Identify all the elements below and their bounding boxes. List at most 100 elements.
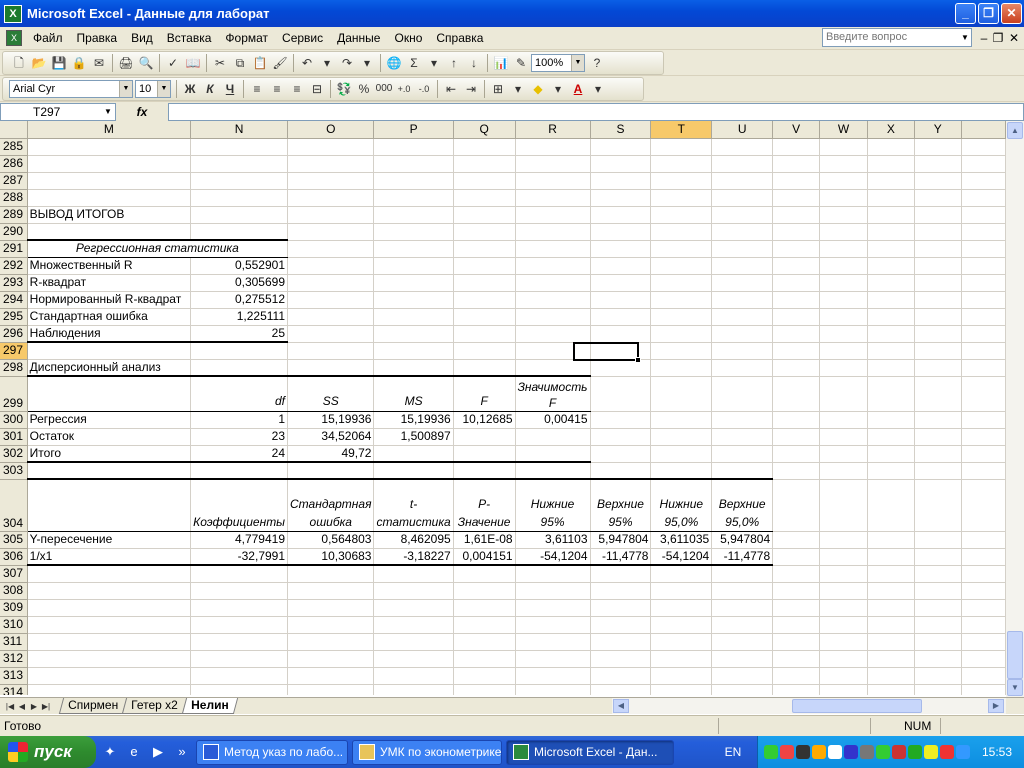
language-indicator[interactable]: EN [718,736,748,768]
doc-restore-icon[interactable]: ❐ [990,30,1006,46]
insert-function-button[interactable]: fx [116,105,168,119]
first-sheet-icon[interactable]: |◀ [4,702,16,711]
align-center-icon[interactable]: ≡ [267,79,287,99]
last-sheet-icon[interactable]: ▶| [40,702,52,711]
decrease-indent-icon[interactable]: ⇤ [441,79,461,99]
sort-ascending-icon[interactable]: ↑ [444,53,464,73]
coef-value-cell[interactable]: 3,61103 [515,531,591,549]
row-header[interactable]: 286 [0,155,28,173]
summary-title-cell[interactable]: ВЫВОД ИТОГОВ [27,206,192,224]
font-color-button[interactable]: A [568,79,588,99]
menu-tools[interactable]: Сервис [275,28,330,49]
tray-icon[interactable] [876,745,890,759]
stat-value-cell[interactable]: 25 [190,325,289,343]
name-box[interactable]: T297 ▼ [0,102,116,121]
column-header-active[interactable]: T [650,121,713,139]
coef-value-cell[interactable]: -11,4778 [711,548,774,566]
row-header[interactable]: 302 [0,445,28,463]
row-header[interactable]: 310 [0,616,28,634]
coef-value-cell[interactable]: 1,61E-08 [453,531,516,549]
undo-dropdown-icon[interactable]: ▾ [317,53,337,73]
increase-indent-icon[interactable]: ⇥ [461,79,481,99]
media-player-icon[interactable]: ▶ [148,742,168,762]
taskbar-button-word[interactable]: Метод указ по лабо... [196,739,348,765]
coef-value-cell[interactable]: 10,30683 [287,548,375,566]
anova-title-cell[interactable]: Дисперсионный анализ [27,359,192,377]
tray-icon[interactable] [764,745,778,759]
row-header[interactable]: 313 [0,667,28,685]
chart-wizard-icon[interactable]: 📊 [491,53,511,73]
help-icon[interactable]: ? [587,53,607,73]
tray-icon[interactable] [796,745,810,759]
tray-icon[interactable] [780,745,794,759]
tray-icon[interactable] [828,745,842,759]
menu-data[interactable]: Данные [330,28,387,49]
ask-question-input[interactable]: Введите вопрос [822,28,972,47]
anova-value-cell[interactable]: 15,19936 [373,411,454,429]
row-header[interactable]: 292 [0,257,28,275]
row-header[interactable]: 305 [0,531,28,549]
column-header[interactable]: S [590,121,652,139]
anova-header-cell[interactable]: df [190,376,289,412]
taskbar-button-folder[interactable]: УМК по эконометрике [352,739,502,765]
sheet-tab[interactable]: Спирмен [58,698,128,714]
anova-value-cell[interactable] [453,428,516,446]
anova-value-cell[interactable] [515,445,591,463]
anova-value-cell[interactable] [373,445,454,463]
decrease-decimal-icon[interactable]: -.0 [414,79,434,99]
anova-value-cell[interactable] [515,428,591,446]
save-icon[interactable]: 💾 [49,53,69,73]
excel-app-icon[interactable]: X [4,4,22,23]
column-header[interactable]: U [711,121,774,139]
coef-value-cell[interactable]: 5,947804 [590,531,652,549]
anova-label-cell[interactable]: Регрессия [27,411,192,429]
anova-value-cell[interactable]: 23 [190,428,289,446]
select-all-corner[interactable] [0,121,28,139]
column-header[interactable]: O [287,121,375,139]
italic-button[interactable]: К [200,79,220,99]
coef-value-cell[interactable]: 8,462095 [373,531,454,549]
stat-label-cell[interactable]: Нормированный R-квадрат [27,291,192,309]
coef-header-cell[interactable]: P-Значение [453,479,516,532]
column-header[interactable]: M [27,121,192,139]
autosum-icon[interactable]: Σ [404,53,424,73]
stat-value-cell[interactable]: 0,552901 [190,257,289,275]
workbook-icon[interactable]: X [6,30,22,46]
bold-button[interactable]: Ж [180,79,200,99]
permission-icon[interactable]: 🔒 [69,53,89,73]
anova-label-cell[interactable]: Остаток [27,428,192,446]
anova-value-cell[interactable]: 15,19936 [287,411,375,429]
anova-header-cell[interactable]: SS [287,376,375,412]
coef-value-cell[interactable]: 4,779419 [190,531,289,549]
close-button[interactable]: ✕ [1001,3,1022,24]
stat-value-cell[interactable]: 0,275512 [190,291,289,309]
doc-close-icon[interactable]: ✕ [1006,30,1022,46]
anova-value-cell[interactable]: 1,500897 [373,428,454,446]
anova-value-cell[interactable]: 1 [190,411,289,429]
chevron-down-icon[interactable]: ▼ [571,55,584,71]
column-header[interactable]: P [373,121,454,139]
tray-icon[interactable] [956,745,970,759]
vertical-scroll-thumb[interactable] [1007,631,1023,679]
cut-icon[interactable]: ✂ [210,53,230,73]
formula-input[interactable] [168,102,1024,121]
drawing-icon[interactable]: ✎ [511,53,531,73]
anova-value-cell[interactable]: 24 [190,445,289,463]
menu-file[interactable]: Файл [26,28,70,49]
coef-value-cell[interactable]: -54,1204 [650,548,713,566]
anova-label-cell[interactable]: Итого [27,445,192,463]
vertical-scrollbar[interactable]: ▲ ▼ [1006,121,1024,697]
coef-header-cell[interactable]: Верхние 95,0% [711,479,774,532]
restore-button[interactable]: ❐ [978,3,999,24]
anova-header-cell[interactable]: F [453,376,516,412]
row-header[interactable]: 294 [0,291,28,309]
row-header[interactable]: 306 [0,548,28,566]
row-header[interactable]: 299 [0,376,28,412]
anova-value-cell[interactable]: 49,72 [287,445,375,463]
redo-icon[interactable]: ↷ [337,53,357,73]
chevron-down-icon[interactable]: ▼ [157,81,170,97]
coef-value-cell[interactable]: -54,1204 [515,548,591,566]
row-header[interactable]: 293 [0,274,28,292]
borders-icon[interactable]: ⊞ [488,79,508,99]
sort-descending-icon[interactable]: ↓ [464,53,484,73]
